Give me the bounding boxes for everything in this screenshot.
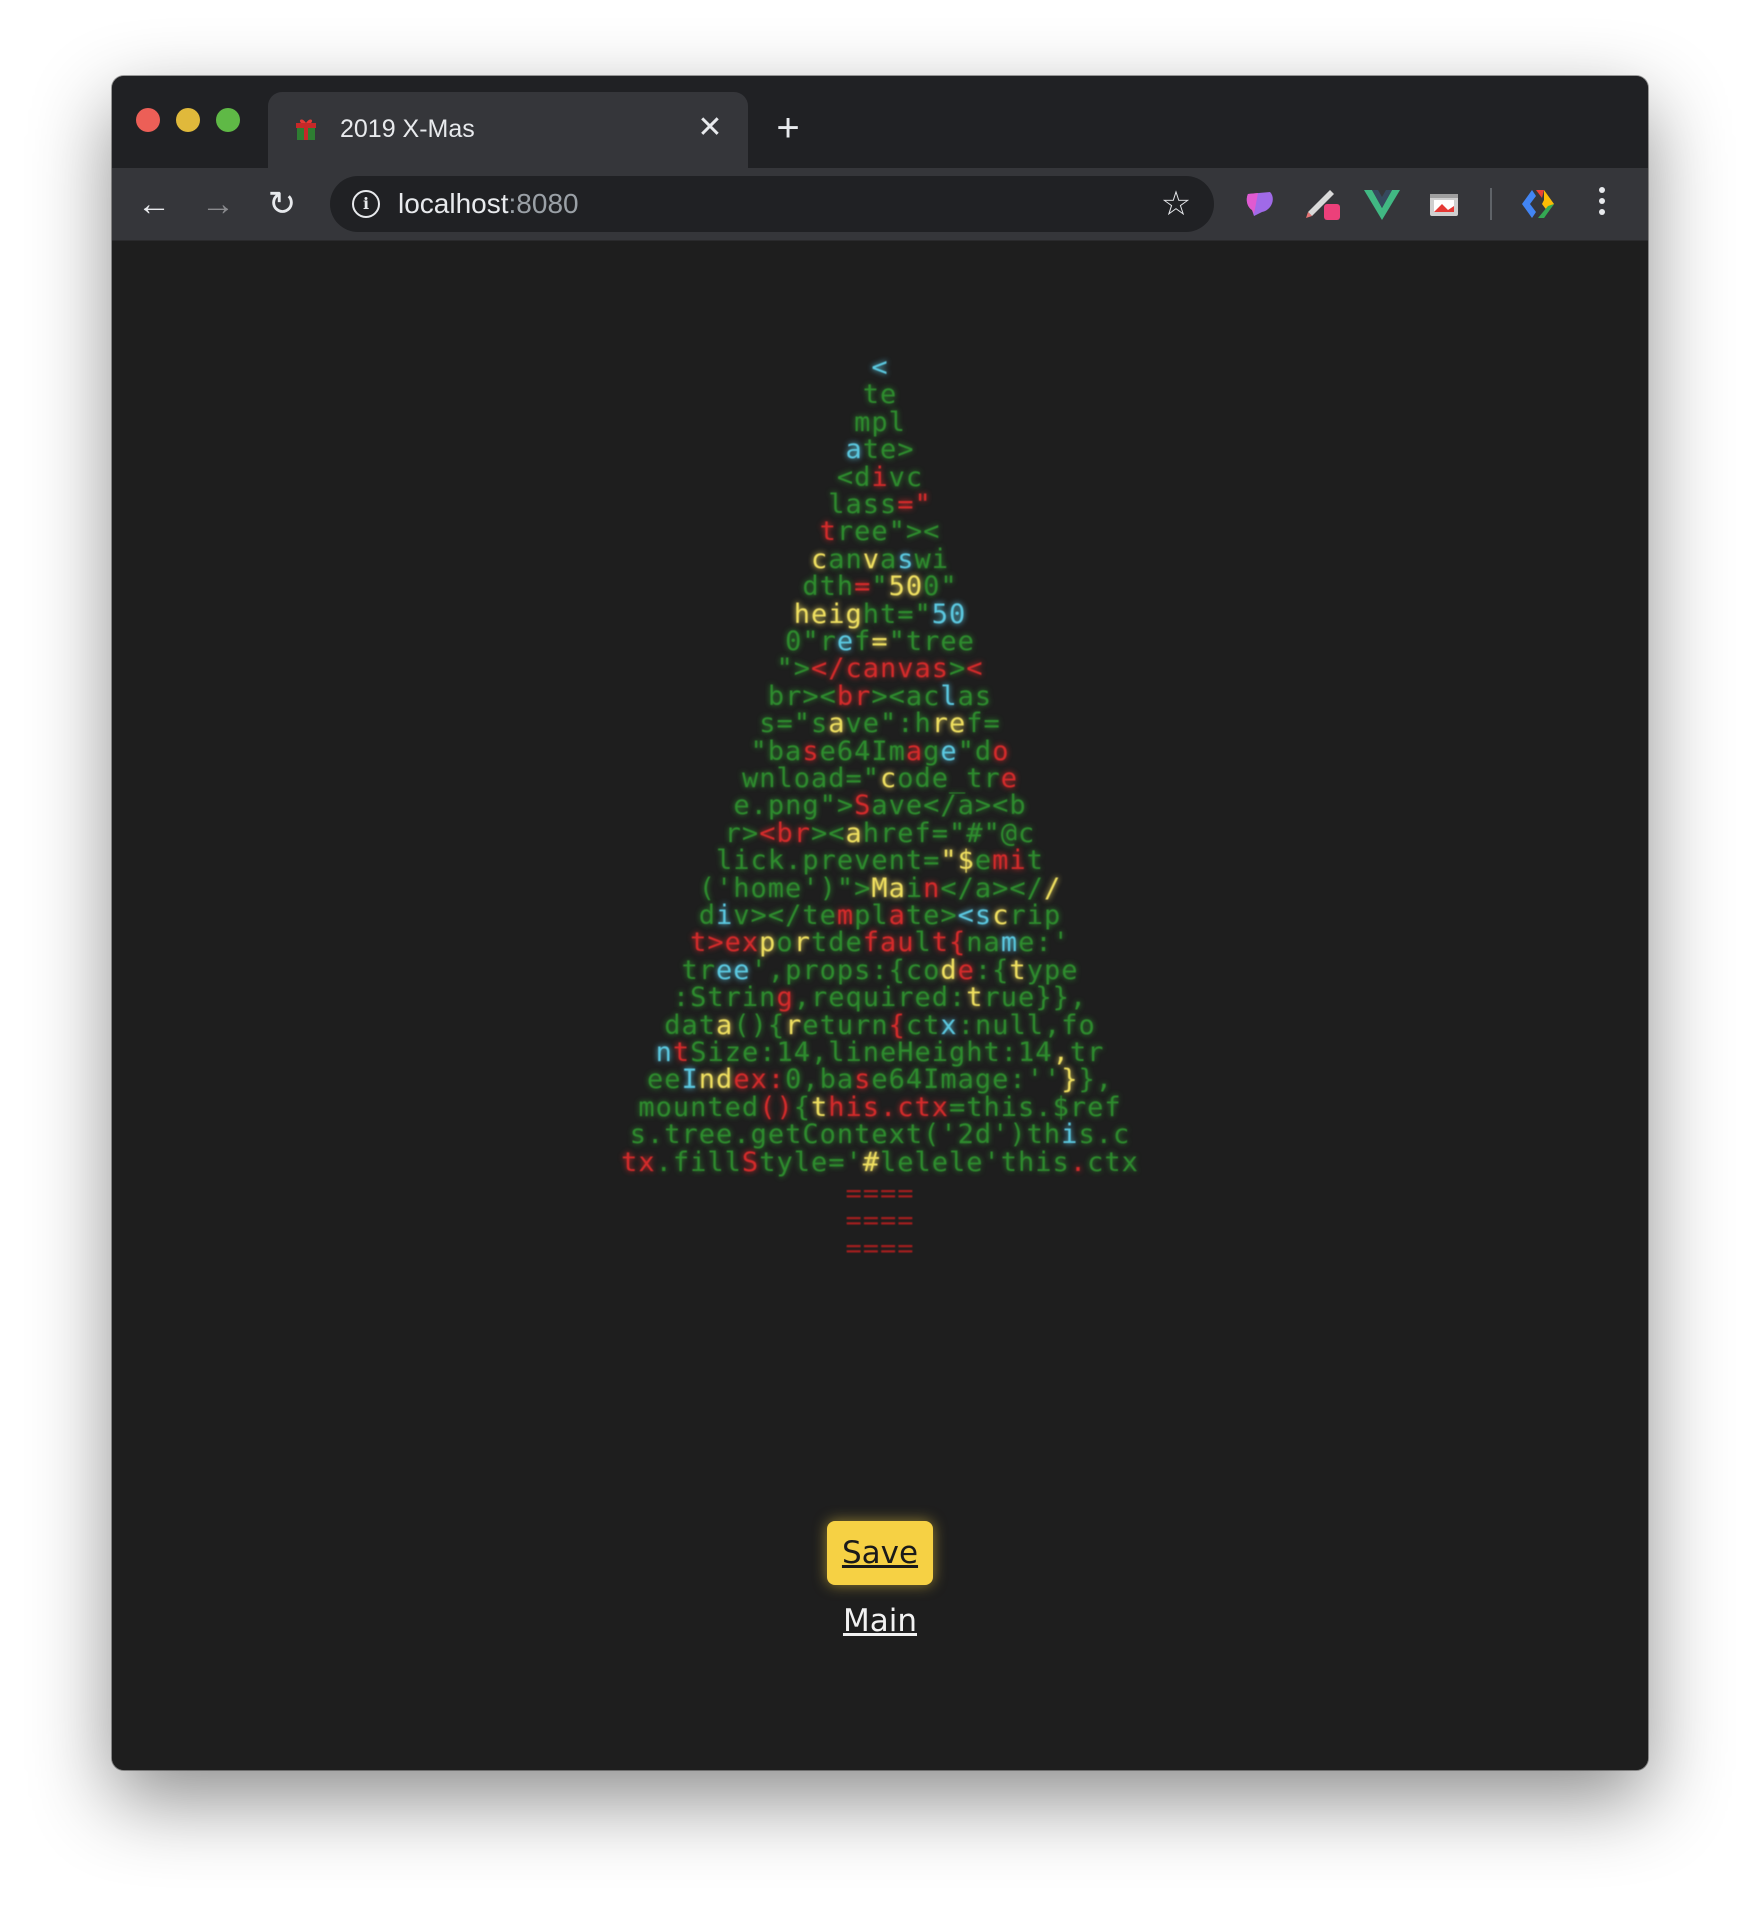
google-extension-icon[interactable]	[1518, 184, 1558, 224]
tree-code-fragment: ctx	[1087, 1146, 1139, 1178]
vue-devtools-icon[interactable]	[1362, 184, 1402, 224]
tree-code-fragment: tyle='	[759, 1146, 863, 1178]
tree-code-fragment: tx	[621, 1146, 656, 1178]
tree-code-fragment: #	[862, 1146, 880, 1178]
window-maximize-button[interactable]	[216, 108, 240, 132]
tree-code-fragment: S	[741, 1146, 760, 1178]
main-link[interactable]: Main	[112, 1603, 1648, 1639]
tab-close-icon[interactable]: ✕	[692, 110, 728, 146]
toolbar-separator	[1490, 188, 1492, 220]
url-port: :8080	[508, 188, 579, 219]
browser-tab[interactable]: 2019 X-Mas ✕	[268, 92, 748, 168]
tree-trunk-row: ====	[845, 1232, 915, 1264]
window-minimize-button[interactable]	[176, 108, 200, 132]
kebab-menu-icon[interactable]	[1590, 182, 1614, 226]
gift-icon	[296, 119, 316, 140]
paint-extension-icon[interactable]	[1240, 184, 1280, 224]
tree-row: tx.fillStyle='#lelele'this.ctx	[112, 1146, 1648, 1180]
tab-strip: 2019 X-Mas ✕ +	[112, 76, 1648, 168]
tab-title: 2019 X-Mas	[340, 115, 475, 143]
address-bar[interactable]: i localhost:8080 ☆	[330, 176, 1214, 232]
bookmark-star-icon[interactable]: ☆	[1156, 184, 1196, 224]
tree-code-fragment: .	[1069, 1146, 1088, 1178]
page-content: < te mpl ate> <divc lass=" tree">< canvaswi dth=…	[112, 241, 1648, 1770]
new-tab-button[interactable]: +	[768, 108, 808, 150]
pen-extension-icon[interactable]	[1302, 184, 1342, 224]
url-text[interactable]: localhost:8080	[398, 186, 579, 222]
tree-code-fragment: lelele'this	[880, 1146, 1070, 1178]
site-info-icon[interactable]: i	[352, 190, 380, 218]
reload-icon[interactable]: ↻	[256, 178, 308, 230]
save-button[interactable]: Save	[827, 1521, 933, 1585]
screenshot-extension-icon[interactable]	[1424, 184, 1464, 224]
url-host: localhost	[398, 188, 509, 219]
browser-window: 2019 X-Mas ✕ + ← → ↻ i localhost:8080 ☆	[112, 76, 1648, 1770]
back-arrow-icon[interactable]: ←	[128, 178, 180, 230]
forward-arrow-icon[interactable]: →	[192, 178, 244, 230]
window-close-button[interactable]	[136, 108, 160, 132]
browser-toolbar: ← → ↻ i localhost:8080 ☆	[112, 168, 1648, 241]
tree-code-fragment: .fill	[655, 1146, 742, 1178]
